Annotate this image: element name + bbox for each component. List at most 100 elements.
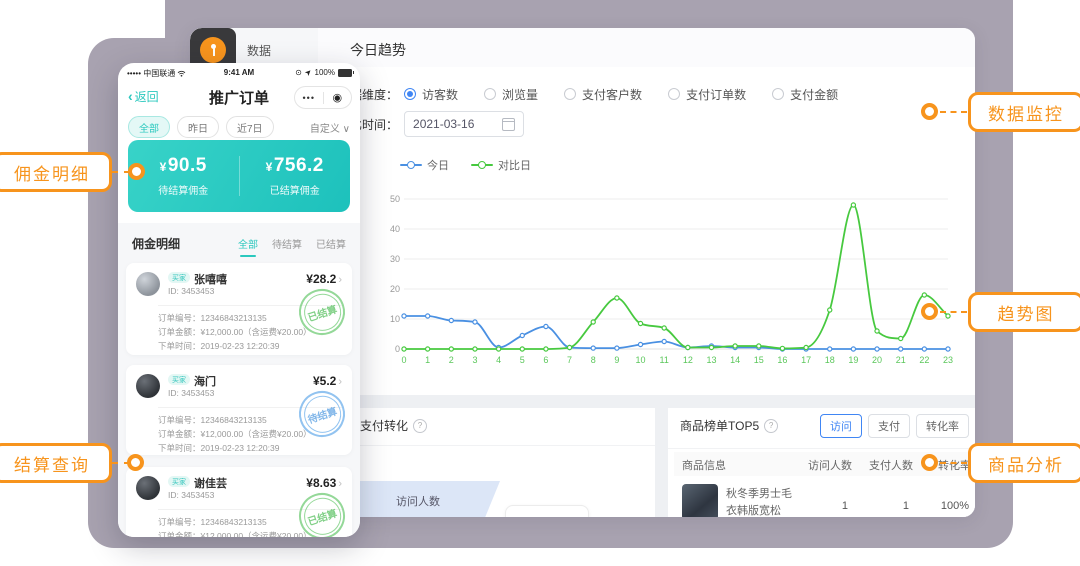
order-no: 订单编号：12346843213135 <box>158 515 312 529</box>
pending-commission: ¥90.5 待结算佣金 <box>128 140 239 212</box>
commission-title: 佣金明细 <box>132 235 180 252</box>
svg-text:21: 21 <box>896 355 906 365</box>
radio-icon <box>772 88 784 100</box>
radio-icon <box>668 88 680 100</box>
ctab-pending[interactable]: 待结算 <box>272 236 302 251</box>
callout-connector <box>940 111 967 113</box>
svg-text:4: 4 <box>496 355 501 365</box>
callout-connector <box>940 462 967 464</box>
callout-anchor-ring <box>921 454 938 471</box>
radio-paying-customers[interactable]: 支付客户数 <box>564 86 642 103</box>
pending-label: 待结算佣金 <box>158 182 208 197</box>
commission-card[interactable]: 买家 海门 ¥5.2› ID: 3453453 订单编号：12346843213… <box>126 365 352 455</box>
commission-summary-card: ¥90.5 待结算佣金 ¥756.2 已结算佣金 <box>128 140 350 212</box>
svg-text:12: 12 <box>683 355 693 365</box>
svg-text:2: 2 <box>449 355 454 365</box>
callout-anchor-ring <box>127 454 144 471</box>
callout-anchor-ring <box>921 303 938 320</box>
svg-text:11: 11 <box>660 355 669 365</box>
orientation-lock-icon: ⊙ <box>295 68 302 77</box>
svg-text:10: 10 <box>636 355 646 365</box>
callout-product-analysis: 商品分析 <box>968 443 1080 483</box>
svg-text:20: 20 <box>390 284 400 294</box>
order-no: 订单编号：12346843213135 <box>158 413 312 427</box>
help-icon[interactable]: ? <box>764 419 778 433</box>
tab-visits[interactable]: 访问 <box>820 414 862 438</box>
svg-text:13: 13 <box>706 355 716 365</box>
radio-icon <box>484 88 496 100</box>
ctab-settled[interactable]: 已结算 <box>316 236 346 251</box>
date-input[interactable]: 2021-03-16 <box>404 111 524 137</box>
radio-paid-amount[interactable]: 支付金额 <box>772 86 838 103</box>
app-logo-icon <box>200 37 226 63</box>
buyer-id: ID: 3453453 <box>168 388 214 398</box>
avatar <box>136 476 160 500</box>
location-icon: ➤ <box>303 67 314 78</box>
product-panel-title: 商品榜单TOP5 ? <box>680 417 778 434</box>
legend-today[interactable]: 今日 <box>400 157 449 173</box>
close-target-icon[interactable]: ◉ <box>324 91 352 104</box>
callout-anchor-ring <box>128 163 145 180</box>
ctab-all[interactable]: 全部 <box>238 236 258 251</box>
pill-last7days[interactable]: 近7日 <box>226 116 274 138</box>
legend-line-icon <box>471 164 493 166</box>
radio-pageviews[interactable]: 浏览量 <box>484 86 538 103</box>
commission-card[interactable]: 买家 谢佳芸 ¥8.63› ID: 3453453 订单编号：123468432… <box>126 467 352 537</box>
col-visits: 访问人数 <box>808 457 852 473</box>
tab-conversion[interactable]: 转化率 <box>916 414 969 438</box>
buyer-badge: 买家 <box>168 476 190 487</box>
commission-amount: ¥28.2 <box>306 272 336 286</box>
funnel-title: 支付转化 ? <box>360 417 427 434</box>
phone-nav-bar: ‹返回 推广订单 ••• ◉ <box>118 81 360 111</box>
more-icon[interactable]: ••• <box>295 93 323 103</box>
chart-legend: 今日 对比日 <box>400 157 531 173</box>
window-body: 数据维度： 访客数 浏览量 支付客户数 支付订单数 支付金额 对比时间： 202… <box>318 67 975 517</box>
svg-text:19: 19 <box>848 355 858 365</box>
radio-paid-orders[interactable]: 支付订单数 <box>668 86 746 103</box>
dimension-row: 数据维度： 访客数 浏览量 支付客户数 支付订单数 支付金额 <box>338 85 838 103</box>
date-value: 2021-03-16 <box>413 117 474 131</box>
radio-visitors[interactable]: 访客数 <box>404 86 458 103</box>
commission-card[interactable]: 买家 张嘻嘻 ¥28.2› ID: 3453453 订单编号：123468432… <box>126 263 352 355</box>
product-tabs: 访问 支付 转化率 <box>820 414 969 438</box>
tab-pays[interactable]: 支付 <box>868 414 910 438</box>
calendar-icon <box>502 118 515 131</box>
trend-line-chart: 0102030405001234567891011121314151617181… <box>388 191 960 375</box>
legend-compare[interactable]: 对比日 <box>471 157 531 173</box>
settled-label: 已结算佣金 <box>270 182 320 197</box>
buyer-name: 谢佳芸 <box>194 475 227 491</box>
miniprogram-capsule: ••• ◉ <box>294 86 352 109</box>
divider <box>668 448 975 449</box>
table-row[interactable]: 秋冬季男士毛 衣韩版宽松 1 1 100% <box>674 476 971 517</box>
avatar <box>136 272 160 296</box>
help-icon[interactable]: ? <box>413 419 427 433</box>
avatar <box>136 374 160 398</box>
battery-icon <box>338 69 352 77</box>
commission-amount: ¥5.2 <box>313 374 336 388</box>
pill-yesterday[interactable]: 昨日 <box>177 116 219 138</box>
buyer-badge: 买家 <box>168 374 190 385</box>
legend-line-icon <box>400 164 422 166</box>
callout-trend-chart: 趋势图 <box>968 292 1080 332</box>
custom-range-button[interactable]: 自定义 ∨ <box>310 120 350 135</box>
svg-text:16: 16 <box>777 355 787 365</box>
col-rate: 转化率 <box>938 457 971 473</box>
sidebar-item-data[interactable]: 数据 <box>247 42 271 59</box>
payment-funnel-panel: 支付转化 ? 访问人数 <box>318 408 655 517</box>
order-amount: 订单金额：¥12,000.00（含运费¥20.00） <box>158 529 312 537</box>
svg-text:7: 7 <box>567 355 572 365</box>
svg-text:1: 1 <box>425 355 430 365</box>
pill-all[interactable]: 全部 <box>128 116 170 138</box>
order-details: 订单编号：12346843213135 订单金额：¥12,000.00（含运费¥… <box>158 515 312 537</box>
svg-text:17: 17 <box>801 355 811 365</box>
callout-commission-detail: 佣金明细 <box>0 152 112 192</box>
svg-text:9: 9 <box>614 355 619 365</box>
phone-status-bar: ••••• 中国联通 9:41 AM ⊙ ➤ 100% <box>118 66 360 80</box>
svg-text:8: 8 <box>591 355 596 365</box>
svg-text:14: 14 <box>730 355 740 365</box>
svg-text:22: 22 <box>919 355 929 365</box>
buyer-name: 张嘻嘻 <box>194 271 227 287</box>
svg-text:15: 15 <box>754 355 764 365</box>
svg-text:5: 5 <box>520 355 525 365</box>
commission-list-section: 佣金明细 全部 待结算 已结算 买家 张嘻嘻 ¥28.2› ID: 345345… <box>118 223 360 537</box>
